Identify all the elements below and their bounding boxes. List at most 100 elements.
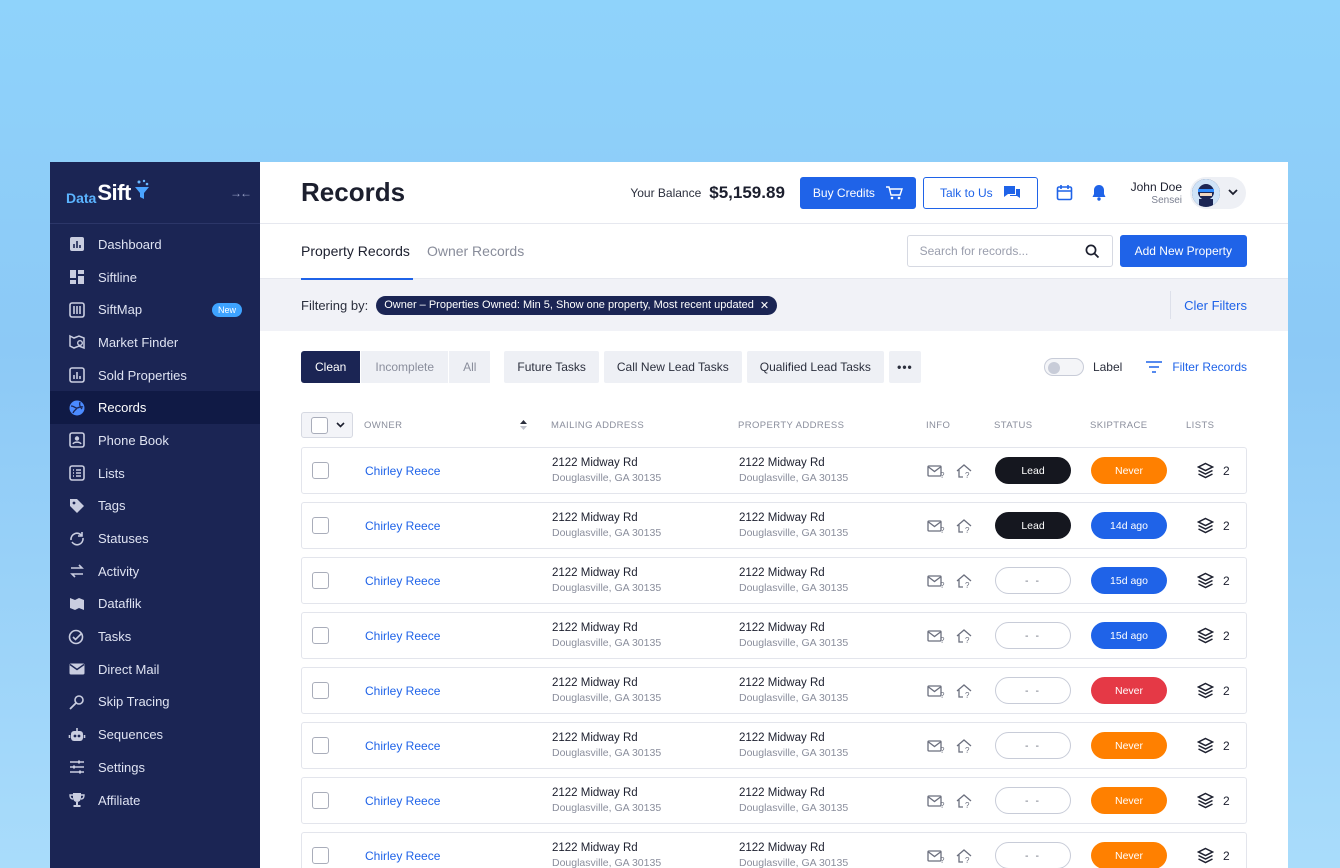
talk-to-us-button[interactable]: Talk to Us [922, 176, 1038, 209]
status-pill[interactable]: Lead [995, 512, 1071, 539]
skiptrace-pill[interactable]: Never [1091, 732, 1167, 759]
sidebar-item-statuses[interactable]: Statuses [50, 522, 260, 555]
row-checkbox[interactable] [312, 792, 329, 809]
search-icon[interactable] [1085, 244, 1100, 259]
table-row[interactable]: Chirley Reece 2122 Midway Rd Douglasville,… [301, 832, 1247, 868]
home-question-icon[interactable]: ? [955, 518, 974, 534]
clear-filters-button[interactable]: Cler Filters [1170, 291, 1247, 319]
sidebar-item-tasks[interactable]: Tasks [50, 620, 260, 653]
sidebar-item-lists[interactable]: Lists [50, 457, 260, 490]
sidebar-item-settings[interactable]: Settings [50, 751, 260, 784]
chevron-down-icon[interactable] [336, 422, 345, 428]
mail-question-icon[interactable]: ? [927, 683, 946, 699]
calendar-icon[interactable] [1056, 184, 1073, 201]
seg-clean[interactable]: Clean [301, 351, 361, 383]
add-new-property-button[interactable]: Add New Property [1119, 235, 1247, 267]
sidebar-item-activity[interactable]: Activity [50, 555, 260, 588]
avatar-dropdown[interactable] [1190, 176, 1246, 209]
home-question-icon[interactable]: ? [955, 463, 974, 479]
sidebar-item-tags[interactable]: Tags [50, 490, 260, 523]
home-question-icon[interactable]: ? [955, 848, 974, 864]
home-question-icon[interactable]: ? [955, 793, 974, 809]
row-checkbox[interactable] [312, 737, 329, 754]
sidebar-item-market-finder[interactable]: Market Finder [50, 326, 260, 359]
sidebar-item-affiliate[interactable]: Affiliate [50, 784, 260, 817]
sidebar-item-dataflik[interactable]: Dataflik [50, 588, 260, 621]
owner-link[interactable]: Chirley Reece [365, 739, 440, 753]
lists-cell[interactable]: 2 [1187, 517, 1230, 534]
skiptrace-pill[interactable]: Never [1091, 842, 1167, 868]
sidebar-item-sequences[interactable]: Sequences [50, 718, 260, 751]
status-pill[interactable]: - - [995, 622, 1071, 649]
table-row[interactable]: Chirley Reece 2122 Midway Rd Douglasville,… [301, 502, 1247, 549]
sidebar-item-sold-properties[interactable]: Sold Properties [50, 359, 260, 392]
table-row[interactable]: Chirley Reece 2122 Midway Rd Douglasville,… [301, 667, 1247, 714]
mail-question-icon[interactable]: ? [927, 738, 946, 754]
lists-cell[interactable]: 2 [1187, 627, 1230, 644]
mail-question-icon[interactable]: ? [927, 628, 946, 644]
row-checkbox[interactable] [312, 682, 329, 699]
sidebar-item-skip-tracing[interactable]: Skip Tracing [50, 686, 260, 719]
mail-question-icon[interactable]: ? [927, 463, 946, 479]
status-pill[interactable]: - - [995, 567, 1071, 594]
select-all-checkbox[interactable] [311, 416, 328, 434]
lists-cell[interactable]: 2 [1187, 462, 1230, 479]
sidebar-item-records[interactable]: Records [50, 391, 260, 425]
sidebar-item-direct-mail[interactable]: Direct Mail [50, 653, 260, 686]
tab-owner-records[interactable]: Owner Records [427, 224, 524, 279]
status-pill[interactable]: Lead [995, 457, 1071, 484]
skiptrace-pill[interactable]: Never [1091, 787, 1167, 814]
skiptrace-pill[interactable]: 15d ago [1091, 622, 1167, 649]
owner-link[interactable]: Chirley Reece [365, 574, 440, 588]
row-checkbox[interactable] [312, 847, 329, 864]
home-question-icon[interactable]: ? [955, 573, 974, 589]
lists-cell[interactable]: 2 [1187, 847, 1230, 864]
mail-question-icon[interactable]: ? [927, 518, 946, 534]
row-checkbox[interactable] [312, 572, 329, 589]
select-all-dropdown[interactable] [301, 412, 353, 438]
qualified-lead-tasks-button[interactable]: Qualified Lead Tasks [746, 351, 884, 383]
home-question-icon[interactable]: ? [955, 738, 974, 754]
close-icon[interactable]: ✕ [760, 299, 769, 312]
future-tasks-button[interactable]: Future Tasks [504, 351, 599, 383]
label-toggle[interactable] [1043, 358, 1084, 376]
table-row[interactable]: Chirley Reece 2122 Midway Rd Douglasville,… [301, 722, 1247, 769]
sidebar-item-siftmap[interactable]: SiftMap New [50, 293, 260, 326]
mail-question-icon[interactable]: ? [927, 573, 946, 589]
table-row[interactable]: Chirley Reece 2122 Midway Rd Douglasville,… [301, 447, 1247, 494]
sort-icon[interactable] [520, 420, 527, 430]
table-row[interactable]: Chirley Reece 2122 Midway Rd Douglasville,… [301, 557, 1247, 604]
seg-all[interactable]: All [449, 351, 491, 383]
skiptrace-pill[interactable]: 14d ago [1091, 512, 1167, 539]
filter-chip[interactable]: Owner – Properties Owned: Min 5, Show on… [376, 295, 778, 315]
owner-column-header[interactable]: OWNER [364, 420, 551, 431]
lists-cell[interactable]: 2 [1187, 792, 1230, 809]
mail-question-icon[interactable]: ? [927, 793, 946, 809]
owner-link[interactable]: Chirley Reece [365, 849, 440, 863]
row-checkbox[interactable] [312, 462, 329, 479]
lists-cell[interactable]: 2 [1187, 737, 1230, 754]
more-options-icon[interactable]: ••• [888, 351, 921, 383]
search-input[interactable] [919, 244, 1080, 258]
filter-records-button[interactable]: Filter Records [1146, 360, 1247, 374]
collapse-sidebar-icon[interactable]: →← [230, 186, 252, 200]
call-new-lead-tasks-button[interactable]: Call New Lead Tasks [603, 351, 742, 383]
row-checkbox[interactable] [312, 517, 329, 534]
buy-credits-button[interactable]: Buy Credits [799, 176, 916, 209]
table-row[interactable]: Chirley Reece 2122 Midway Rd Douglasville,… [301, 612, 1247, 659]
lists-cell[interactable]: 2 [1187, 572, 1230, 589]
owner-link[interactable]: Chirley Reece [365, 794, 440, 808]
logo[interactable]: Data Sift [66, 179, 151, 206]
row-checkbox[interactable] [312, 627, 329, 644]
status-pill[interactable]: - - [995, 787, 1071, 814]
owner-link[interactable]: Chirley Reece [365, 464, 440, 478]
status-pill[interactable]: - - [995, 732, 1071, 759]
seg-incomplete[interactable]: Incomplete [360, 351, 450, 383]
lists-cell[interactable]: 2 [1187, 682, 1230, 699]
table-row[interactable]: Chirley Reece 2122 Midway Rd Douglasville,… [301, 777, 1247, 824]
owner-link[interactable]: Chirley Reece [365, 629, 440, 643]
mail-question-icon[interactable]: ? [927, 848, 946, 864]
skiptrace-pill[interactable]: 15d ago [1091, 567, 1167, 594]
owner-link[interactable]: Chirley Reece [365, 519, 440, 533]
search-box[interactable] [906, 235, 1113, 267]
